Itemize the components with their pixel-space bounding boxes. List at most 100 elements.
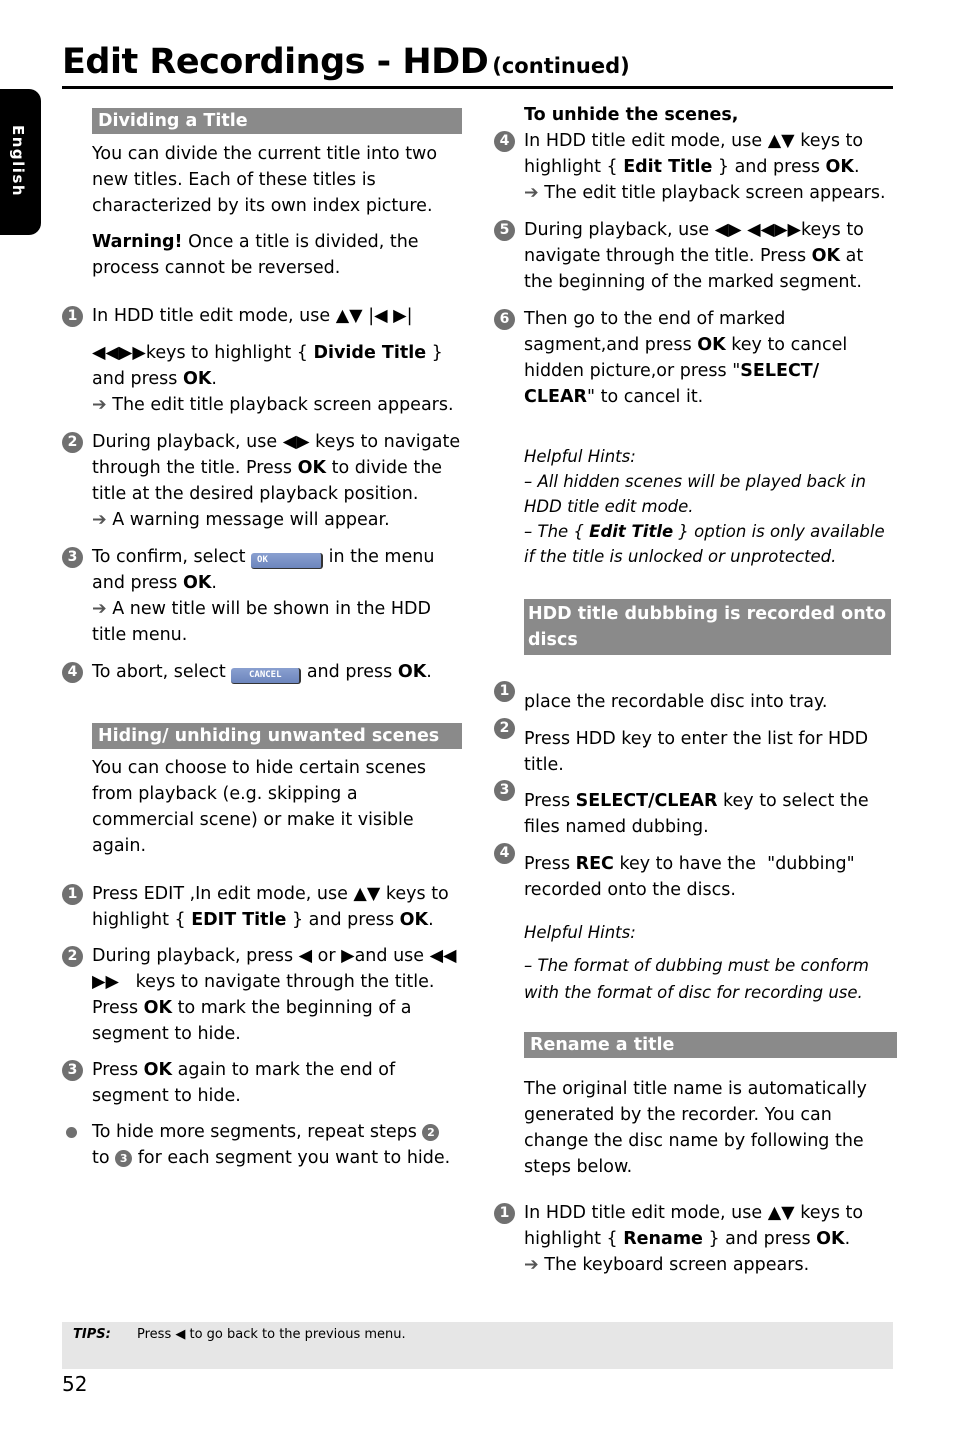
step-text: During playback, use ◀▶ keys to navigate… (92, 429, 462, 507)
dividing-step-3: 3 To confirm, select OK in the menu and … (62, 544, 462, 648)
menu-option-divide-title: Divide Title (313, 343, 427, 363)
step-number-icon: 5 (494, 220, 515, 241)
hiding-step-3: 3 Press OK again to mark the end of segm… (62, 1057, 462, 1109)
step-text: In HDD title edit mode, use ▲▼ keys to h… (524, 1203, 864, 1249)
page-title-main: Edit Recordings - HDD (62, 42, 489, 82)
tips-box: TIPS: Press ◀ to go back to the previous… (62, 1322, 893, 1369)
key-rec: REC (575, 854, 614, 874)
text-run: Press (92, 1060, 144, 1080)
result-text: The edit title playback screen appears. (544, 183, 886, 203)
step-text: Press OK again to mark the end of segmen… (92, 1057, 462, 1109)
cancel-button-graphic: CANCEL (231, 668, 302, 684)
arrow-right-icon: ➔ (524, 1255, 539, 1275)
step-text: To hide more segments, repeat steps 2 to… (92, 1119, 462, 1171)
menu-option-edit-title: Edit Title (589, 522, 674, 541)
text-run: and press (301, 662, 398, 682)
unhide-step-6: 6 Then go to the end of marked sagment,a… (494, 306, 894, 410)
dividing-step-4: 4 To abort, select CANCEL and press OK. (62, 659, 462, 685)
unhide-hints-title: Helpful Hints: (524, 447, 636, 466)
step-text: ◀◀▶▶keys to highlight { Divide Title } a… (92, 343, 443, 389)
menu-option-edit-title: Edit Title (623, 157, 713, 177)
dividing-step-2: 2 During playback, use ◀▶ keys to naviga… (62, 429, 462, 533)
section-heading-dividing: Dividing a Title (92, 108, 462, 134)
step-text: Press EDIT ,In edit mode, use ▲▼ keys to… (92, 884, 449, 930)
key-ok: OK (816, 1229, 845, 1249)
result-text: A warning message will appear. (112, 510, 390, 530)
step-number-icon: 6 (494, 309, 515, 330)
step-number-icon: 2 (62, 946, 83, 967)
step-number-icon: 2 (62, 432, 83, 453)
key-ok: OK (143, 998, 173, 1018)
key-select-clear: SELECT/CLEAR (575, 791, 718, 811)
step-number-icon: 2 (494, 718, 515, 739)
result-text: A new title will be shown in the HDD tit… (92, 599, 431, 645)
hiding-intro: You can choose to hide certain scenes fr… (92, 758, 426, 856)
arrow-right-icon: ➔ (92, 395, 107, 415)
step-text: In HDD title edit mode, use ▲▼ keys to h… (524, 131, 864, 177)
arrow-right-icon: ➔ (524, 183, 539, 203)
result-text: The edit title playback screen appears. (112, 395, 454, 415)
key-ok: OK (297, 458, 327, 478)
text-run: to (92, 1148, 116, 1168)
step-text: place the recordable disc into tray. (524, 692, 828, 712)
step-text: To confirm, select OK in the menu and pr… (92, 547, 435, 593)
key-ok: OK (397, 662, 427, 682)
dividing-warning: Warning! Once a title is divided, the pr… (92, 229, 462, 281)
ok-button-graphic: OK (251, 553, 324, 569)
text-run: ◀◀▶▶keys to highlight { (92, 343, 314, 363)
text-run: Press (524, 791, 576, 811)
step-text: In HDD title edit mode, use ▲▼ |◀ ▶| (92, 306, 413, 326)
step-number-icon: 4 (494, 131, 515, 152)
unhide-heading: To unhide the scenes, (524, 102, 894, 128)
text-run: } and press (286, 910, 400, 930)
step-text: To abort, select CANCEL and press OK. (92, 662, 432, 684)
text-run: – The { (524, 522, 590, 541)
step-number-icon: 3 (494, 780, 515, 801)
text-run: To confirm, select (92, 547, 252, 567)
step-ref-icon: 3 (115, 1150, 133, 1167)
tips-text: Press ◀ to go back to the previous menu. (137, 1327, 406, 1342)
unhide-hint-2: – The { Edit Title } option is only avai… (524, 519, 894, 569)
text-run: } and press (712, 157, 826, 177)
title-divider (62, 86, 893, 89)
step-result: ➔ The keyboard screen appears. (524, 1252, 894, 1278)
arrow-right-icon: ➔ (92, 599, 107, 619)
step-ref-icon: 2 (422, 1124, 440, 1141)
dubbing-hints-title: Helpful Hints: (524, 923, 636, 942)
key-ok: OK (399, 910, 429, 930)
unhide-heading-text: To unhide the scenes, (524, 105, 739, 125)
dubbing-step-1: 1 place the recordable disc into tray. (494, 681, 894, 715)
hiding-step-2: 2 During playback, press ◀ or ▶and use ◀… (62, 943, 462, 1047)
step-text: During playback, use ◀▶ ◀◀▶▶keys to navi… (524, 217, 894, 295)
unhide-hint-1: – All hidden scenes will be played back … (524, 472, 866, 516)
step-number-icon: 3 (62, 547, 83, 568)
dubbing-step-3: 3 Press SELECT/CLEAR key to select the f… (494, 780, 894, 840)
section-heading-hiding: Hiding/ unhiding unwanted scenes (92, 723, 462, 749)
step-number-icon: 1 (62, 884, 83, 905)
tips-label: TIPS: (73, 1327, 111, 1342)
key-ok: OK (811, 246, 841, 266)
language-tab: English (0, 89, 41, 235)
right-column: To unhide the scenes, 4 In HDD title edi… (494, 102, 897, 1278)
step-result: ➔ A warning message will appear. (92, 507, 462, 533)
key-ok: OK (825, 157, 854, 177)
step-text: Press SELECT/CLEAR key to select the fil… (524, 788, 894, 840)
section-heading-rename: Rename a title (524, 1032, 897, 1058)
key-ok: OK (143, 1060, 173, 1080)
bullet-icon (66, 1127, 77, 1138)
section-heading-dubbing: HDD title dubbbing is recorded onto disc… (524, 599, 891, 655)
text-run: To abort, select (92, 662, 232, 682)
hiding-bullet: To hide more segments, repeat steps 2 to… (62, 1119, 462, 1171)
step-text: During playback, press ◀ or ▶and use ◀◀ … (92, 943, 462, 1047)
step-number-icon: 4 (62, 662, 83, 683)
key-ok: OK (182, 369, 212, 389)
dubbing-hint-1: – The format of dubbing must be conform … (524, 956, 869, 1002)
text-run: " to cancel it. (586, 387, 704, 407)
dividing-intro: You can divide the current title into tw… (92, 144, 438, 216)
page-title: Edit Recordings - HDD (continued) (62, 40, 630, 88)
step-number-icon: 1 (62, 306, 83, 327)
step-result: ➔ The edit title playback screen appears… (92, 392, 462, 418)
step-number-icon: 1 (494, 681, 515, 702)
page-title-continued: (continued) (492, 54, 630, 78)
menu-option-rename: Rename (623, 1229, 703, 1249)
